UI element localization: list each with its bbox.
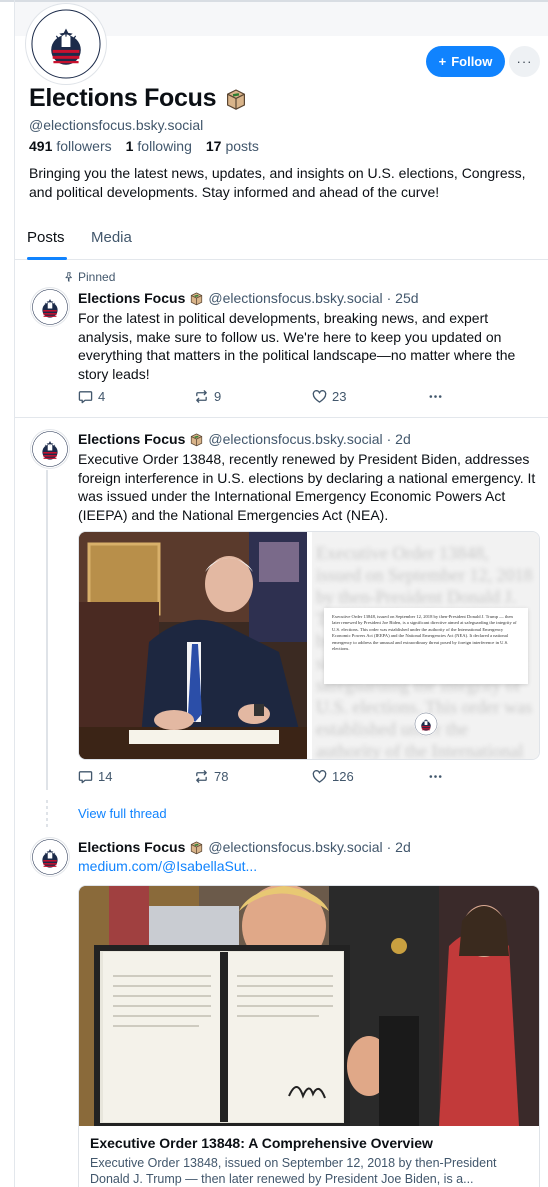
post-image-document[interactable]: Executive Order 13848, issued on Septemb… bbox=[312, 532, 539, 759]
link-preview-card[interactable]: Executive Order 13848: A Comprehensive O… bbox=[78, 885, 540, 1187]
ballot-box-icon bbox=[224, 87, 248, 111]
photo-president-signing bbox=[79, 532, 307, 759]
post-actions: 14 78 126 bbox=[78, 769, 448, 787]
elections-focus-logo bbox=[31, 430, 69, 468]
repost-icon bbox=[194, 769, 209, 784]
post-image-grid: Executive Order 13848, issued on Septemb… bbox=[78, 531, 540, 760]
feed-left-border bbox=[14, 0, 15, 1187]
link-card-image bbox=[79, 886, 539, 1126]
profile-display-name: Elections Focus bbox=[29, 84, 248, 113]
following-label[interactable]: following bbox=[137, 138, 191, 154]
tab-posts[interactable]: Posts bbox=[27, 229, 65, 246]
watermark-logo bbox=[414, 712, 438, 736]
repost-icon bbox=[194, 389, 209, 404]
like-count: 23 bbox=[332, 389, 347, 404]
pin-icon bbox=[65, 272, 72, 282]
elections-focus-logo bbox=[414, 712, 438, 736]
ballot-box-icon bbox=[189, 432, 204, 447]
profile-stats: 491 followers 1 following 17 posts bbox=[29, 138, 259, 154]
post-header: Elections Focus @electionsfocus.bsky.soc… bbox=[78, 431, 411, 447]
post-header: Elections Focus @electionsfocus.bsky.soc… bbox=[78, 839, 411, 855]
elections-focus-logo bbox=[29, 7, 103, 81]
reply-count: 14 bbox=[98, 769, 113, 784]
followers-count[interactable]: 491 bbox=[29, 138, 52, 154]
post-link[interactable]: medium.com/@IsabellaSut... bbox=[78, 858, 257, 874]
post-avatar[interactable] bbox=[31, 430, 69, 468]
post-image-biden-signing[interactable] bbox=[79, 532, 307, 759]
photo-signed-order bbox=[79, 886, 539, 1126]
thread-gap-line bbox=[46, 800, 48, 830]
post-more-button[interactable] bbox=[428, 769, 443, 784]
post-text: For the latest in political developments… bbox=[78, 310, 516, 382]
display-name-text: Elections Focus bbox=[29, 84, 217, 112]
follow-button[interactable]: + Follow bbox=[426, 46, 505, 77]
more-icon bbox=[428, 769, 443, 784]
posts-count: 17 bbox=[205, 138, 222, 154]
view-full-thread-link[interactable]: View full thread bbox=[78, 806, 167, 821]
posts-label: posts bbox=[225, 138, 259, 154]
post-divider bbox=[15, 417, 548, 418]
post-header: Elections Focus @electionsfocus.bsky.soc… bbox=[78, 290, 419, 306]
post-more-button[interactable] bbox=[428, 389, 443, 404]
like-count: 126 bbox=[332, 769, 354, 784]
profile-bio: Bringing you the latest news, updates, a… bbox=[29, 165, 526, 200]
profile-more-button[interactable]: ··· bbox=[509, 46, 540, 77]
more-icon bbox=[428, 389, 443, 404]
reply-button[interactable]: 4 bbox=[78, 389, 105, 404]
heart-icon bbox=[312, 389, 327, 404]
link-card-description: Executive Order 13848, issued on Septemb… bbox=[90, 1156, 497, 1186]
heart-icon bbox=[312, 769, 327, 784]
elections-focus-logo bbox=[31, 288, 69, 326]
profile-handle: @electionsfocus.bsky.social bbox=[29, 117, 204, 133]
post-author[interactable]: Elections Focus bbox=[78, 431, 185, 447]
reply-count: 4 bbox=[98, 389, 106, 404]
profile-avatar[interactable] bbox=[26, 4, 106, 84]
pinned-indicator: Pinned bbox=[64, 270, 115, 284]
document-excerpt: Executive Order 13848, issued on Septemb… bbox=[324, 608, 528, 684]
repost-button[interactable]: 9 bbox=[194, 389, 221, 404]
active-tab-indicator bbox=[27, 257, 67, 260]
profile-tabs: Posts Media bbox=[15, 224, 548, 260]
post-text: Executive Order 13848, recently renewed … bbox=[78, 451, 536, 523]
reply-icon bbox=[78, 389, 93, 404]
post-handle[interactable]: @electionsfocus.bsky.social bbox=[208, 839, 382, 855]
repost-button[interactable]: 78 bbox=[194, 769, 228, 784]
repost-count: 9 bbox=[214, 389, 222, 404]
reply-button[interactable]: 14 bbox=[78, 769, 112, 784]
post-time[interactable]: · 25d bbox=[387, 290, 419, 306]
repost-count: 78 bbox=[214, 769, 229, 784]
pinned-label: Pinned bbox=[78, 270, 116, 284]
reply-icon bbox=[78, 769, 93, 784]
elections-focus-logo bbox=[31, 838, 69, 876]
ballot-box-icon bbox=[189, 840, 204, 855]
like-button[interactable]: 126 bbox=[312, 769, 354, 784]
tab-media[interactable]: Media bbox=[91, 229, 132, 246]
like-button[interactable]: 23 bbox=[312, 389, 346, 404]
more-icon: ··· bbox=[516, 54, 533, 69]
post-avatar[interactable] bbox=[31, 288, 69, 326]
post-actions: 4 9 23 bbox=[78, 389, 448, 407]
post-time[interactable]: · 2d bbox=[387, 431, 411, 447]
post-handle[interactable]: @electionsfocus.bsky.social bbox=[208, 431, 382, 447]
post-avatar[interactable] bbox=[31, 838, 69, 876]
link-card-title: Executive Order 13848: A Comprehensive O… bbox=[90, 1135, 433, 1151]
following-count[interactable]: 1 bbox=[126, 138, 134, 154]
post-time[interactable]: · 2d bbox=[387, 839, 411, 855]
follow-label: Follow bbox=[451, 54, 493, 69]
post-author[interactable]: Elections Focus bbox=[78, 839, 185, 855]
post-author[interactable]: Elections Focus bbox=[78, 290, 185, 306]
plus-icon: + bbox=[438, 54, 447, 69]
followers-label[interactable]: followers bbox=[56, 138, 111, 154]
ballot-box-icon bbox=[189, 291, 204, 306]
thread-line bbox=[46, 470, 48, 790]
post-handle[interactable]: @electionsfocus.bsky.social bbox=[208, 290, 382, 306]
